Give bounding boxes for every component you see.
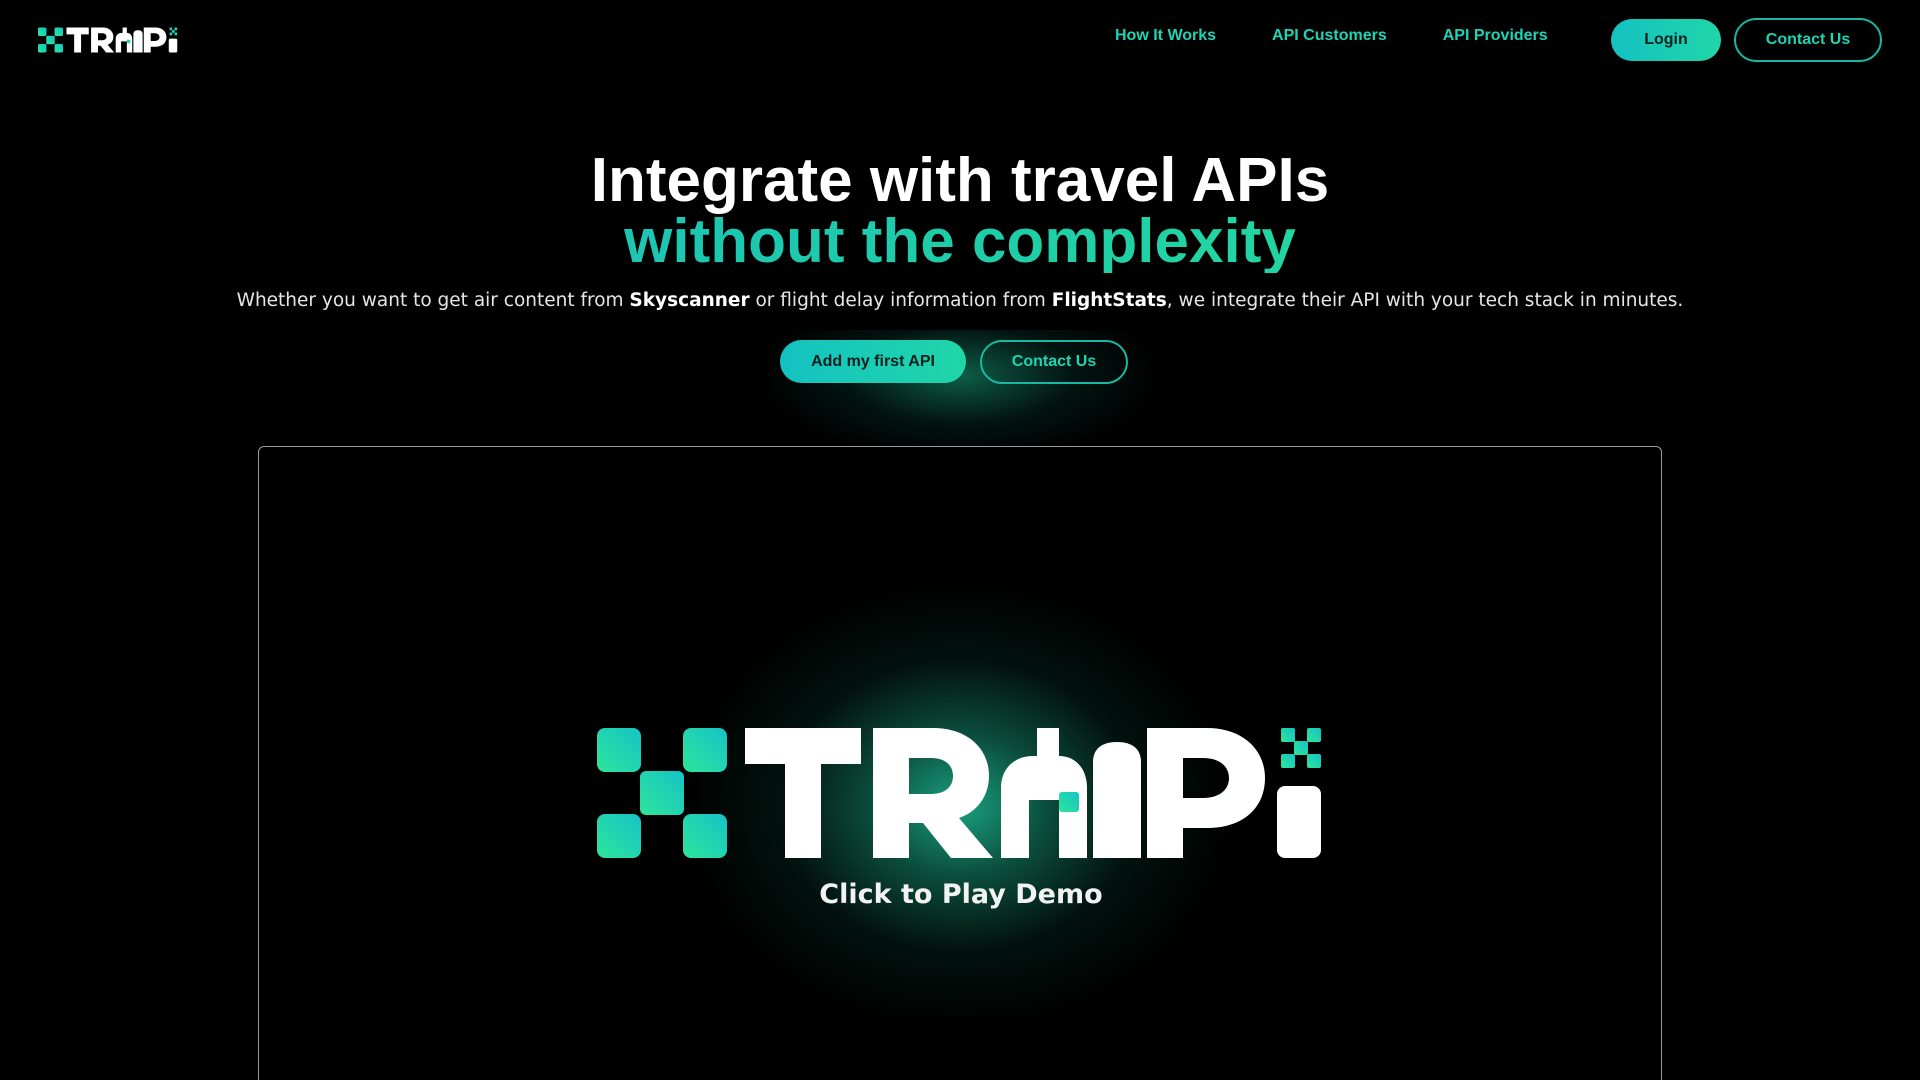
hero-section: Integrate with travel APIs without the c… — [0, 146, 1920, 312]
header: How It Works API Customers API Providers… — [0, 0, 1920, 80]
login-button[interactable]: Login — [1611, 19, 1721, 61]
demo-video-player[interactable]: Click to Play Demo — [258, 446, 1662, 1080]
page: How It Works API Customers API Providers… — [0, 0, 1920, 1080]
x-cross-logo-icon — [38, 27, 178, 53]
main-nav: How It Works API Customers API Providers — [1115, 27, 1548, 45]
hero-title-accent: without the complexity — [0, 211, 1920, 273]
brand-logo[interactable] — [38, 24, 178, 56]
trapi-logo — [597, 728, 1321, 858]
hero-subtitle-text-2: or flight delay information from — [749, 290, 1052, 311]
cta-row: Add my first API Contact Us — [0, 340, 1920, 384]
play-demo-label[interactable]: Click to Play Demo — [259, 879, 1661, 910]
flightstats-mention: FlightStats — [1051, 290, 1167, 311]
hero-subtitle-text-1: Whether you want to get air content from — [236, 290, 630, 311]
nav-api-providers[interactable]: API Providers — [1443, 27, 1548, 45]
contact-us-header-button[interactable]: Contact Us — [1734, 18, 1882, 62]
x-cross-logo-icon — [597, 728, 727, 858]
add-first-api-button[interactable]: Add my first API — [780, 340, 966, 383]
hero-subtitle-text-3: , we integrate their API with your tech … — [1166, 290, 1684, 311]
nav-api-customers[interactable]: API Customers — [1272, 27, 1387, 45]
contact-us-cta-button[interactable]: Contact Us — [980, 340, 1128, 384]
hero-subtitle: Whether you want to get air content from… — [0, 290, 1920, 311]
nav-how-it-works[interactable]: How It Works — [1115, 27, 1216, 45]
hero-title: Integrate with travel APIs — [590, 146, 1330, 215]
skyscanner-mention: Skyscanner — [629, 290, 750, 311]
